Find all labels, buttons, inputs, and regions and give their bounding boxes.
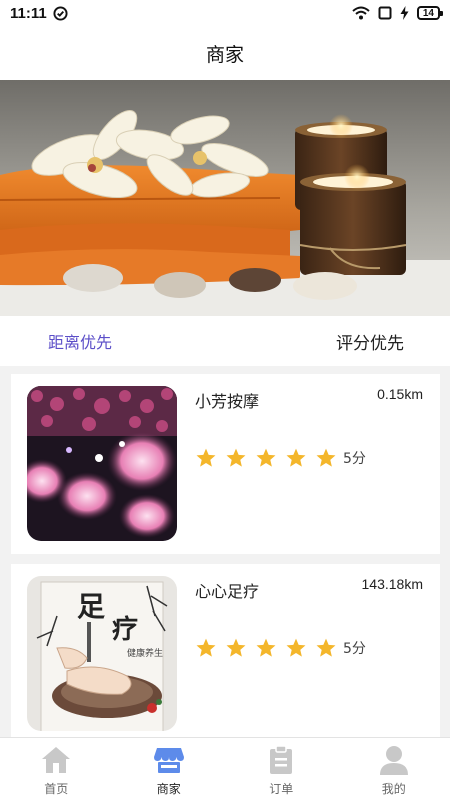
bottom-nav: 首页 商家 订单 我的 xyxy=(0,737,450,800)
shop-rating: 5分 xyxy=(195,447,366,469)
star-icon xyxy=(226,638,246,657)
screen-icon xyxy=(378,6,392,20)
battery-level: 14 xyxy=(422,7,434,19)
star-icon xyxy=(196,448,216,467)
home-icon xyxy=(42,747,71,773)
shop-distance: 143.18km xyxy=(361,576,423,592)
app-header: 商家 xyxy=(0,26,450,80)
nav-label: 我的 xyxy=(381,782,406,796)
wifi-icon xyxy=(352,6,370,20)
star-icon xyxy=(226,448,246,467)
shop-rating: 5分 xyxy=(195,637,366,659)
shop-score: 5分 xyxy=(343,641,366,657)
nav-item-orders[interactable]: 订单 xyxy=(225,738,338,800)
shop-icon xyxy=(153,748,184,773)
nav-label: 订单 xyxy=(269,782,294,796)
user-icon xyxy=(379,746,408,775)
star-icon xyxy=(256,638,276,657)
star-icon xyxy=(196,638,216,657)
sort-tab-distance[interactable]: 距离优先 xyxy=(48,329,112,353)
star-icon xyxy=(286,638,306,657)
nav-item-mine[interactable]: 我的 xyxy=(338,738,450,800)
shop-name: 小芳按摩 xyxy=(195,392,260,411)
sort-bar: 距离优先 评分优先 xyxy=(0,316,450,366)
svg-text:足: 足 xyxy=(77,590,105,623)
shop-distance: 0.15km xyxy=(377,386,423,402)
status-left: 11:11 xyxy=(10,5,68,22)
shop-card[interactable]: 足 疗 健康养生 心心足疗 143.18km 5分 xyxy=(11,564,440,744)
page-title: 商家 xyxy=(205,43,244,66)
svg-text:疗: 疗 xyxy=(112,614,138,645)
status-right: 14 xyxy=(352,6,444,20)
sort-tab-rating[interactable]: 评分优先 xyxy=(336,329,404,354)
nav-label: 商家 xyxy=(156,782,181,796)
star-icon xyxy=(256,448,276,467)
star-icon xyxy=(316,638,336,657)
nav-item-shop[interactable]: 商家 xyxy=(113,738,226,800)
shop-list: 小芳按摩 0.15km 5分 足 疗 健康养生 心心足疗 143.18km 5分 xyxy=(11,374,440,754)
check-circle-icon xyxy=(53,5,68,21)
shop-name: 心心足疗 xyxy=(195,582,260,601)
shop-score: 5分 xyxy=(343,451,366,467)
shop-card[interactable]: 小芳按摩 0.15km 5分 xyxy=(11,374,440,554)
status-time: 11:11 xyxy=(10,4,47,22)
order-icon xyxy=(270,745,293,774)
shop-thumbnail: 足 疗 健康养生 xyxy=(27,576,177,731)
status-bar: 11:11 14 xyxy=(0,0,450,26)
charging-icon xyxy=(400,6,409,20)
nav-item-home[interactable]: 首页 xyxy=(0,738,113,800)
star-icon xyxy=(316,448,336,467)
battery-indicator: 14 xyxy=(416,6,444,20)
star-icon xyxy=(286,448,306,467)
svg-text:健康养生: 健康养生 xyxy=(127,647,163,659)
nav-label: 首页 xyxy=(44,782,69,796)
banner-image[interactable] xyxy=(0,80,450,316)
shop-thumbnail xyxy=(27,386,177,541)
